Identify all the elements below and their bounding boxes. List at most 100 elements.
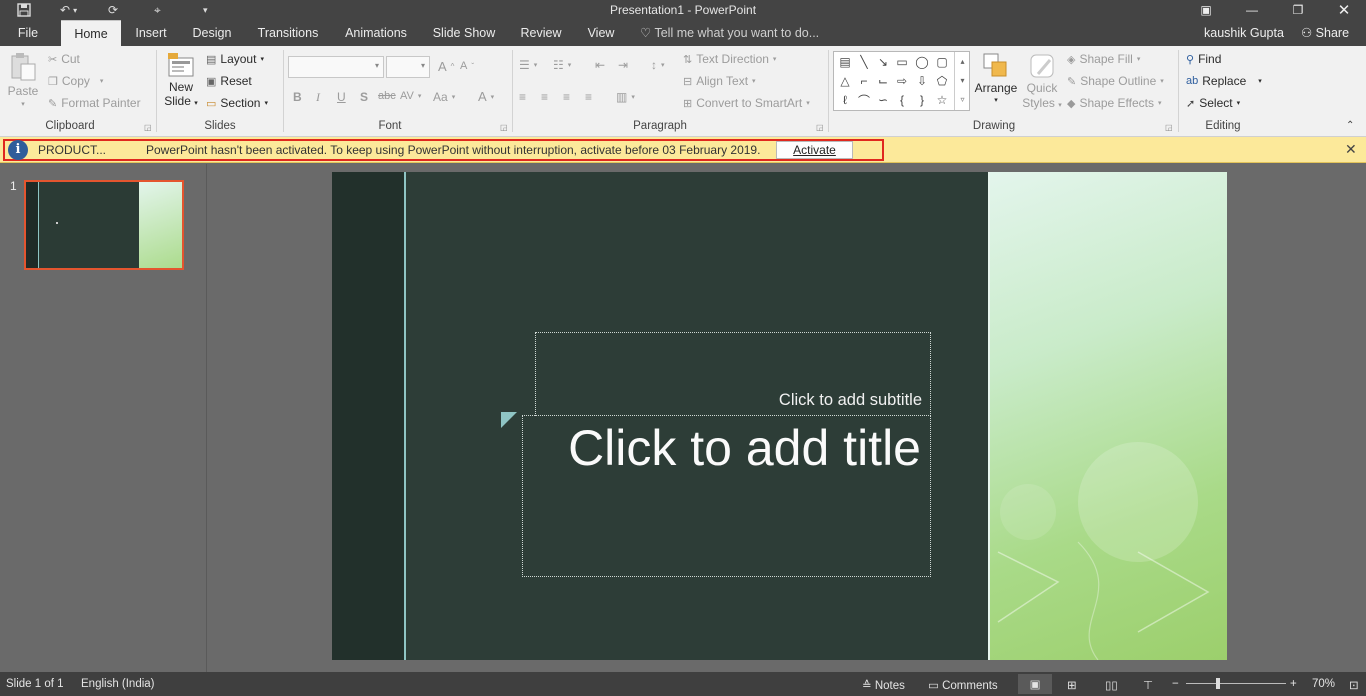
left-brace-shape-icon[interactable]: { <box>893 91 911 109</box>
paste-button[interactable]: Paste ▾ <box>8 52 38 112</box>
right-brace-shape-icon[interactable]: } <box>913 91 931 109</box>
section-button[interactable]: ▭ Section ▾ <box>206 96 268 110</box>
freeform-shape-icon[interactable]: ⬠ <box>933 72 951 90</box>
rounded-rectangle-shape-icon[interactable]: ▢ <box>933 53 951 71</box>
layout-button[interactable]: ▤ Layout ▾ <box>206 52 264 66</box>
select-button[interactable]: ➚ Select ▾ <box>1186 96 1240 110</box>
tab-view[interactable]: View <box>582 20 620 46</box>
title-placeholder[interactable]: Click to add title <box>522 415 931 577</box>
tab-review[interactable]: Review <box>515 20 567 46</box>
justify-icon[interactable]: ≡ <box>585 90 592 104</box>
replace-button[interactable]: ab Replace ▾ <box>1186 74 1262 88</box>
change-case-button[interactable]: Aa ▾ <box>433 90 455 104</box>
tell-me-box[interactable]: ♡ Tell me what you want to do... <box>640 20 830 46</box>
more-shapes-icon[interactable]: ▿ <box>955 90 970 109</box>
line-spacing-button[interactable]: ↕ ▾ <box>651 58 665 72</box>
underline-button[interactable]: U <box>337 90 346 104</box>
increase-indent-icon[interactable]: ⇥ <box>618 58 628 72</box>
text-box-shape-icon[interactable]: ▤ <box>836 53 854 71</box>
slide-show-icon[interactable]: ⊤ <box>1143 678 1153 692</box>
close-icon[interactable]: ✕ <box>1345 141 1357 158</box>
scroll-down-icon[interactable]: ▾ <box>955 71 970 90</box>
shape-outline-button[interactable]: ✎ Shape Outline ▾ <box>1067 74 1164 88</box>
ribbon-display-options-icon[interactable]: ▣ <box>1186 0 1226 20</box>
arc-shape-icon[interactable]: ⌒ <box>855 91 873 109</box>
elbow-connector-shape-icon[interactable]: ⌐ <box>855 72 873 90</box>
shadow-button[interactable]: S <box>360 90 368 104</box>
new-slide-button[interactable]: New Slide ▾ <box>163 52 199 108</box>
strikethrough-button[interactable]: abc <box>378 90 396 102</box>
tab-slide-show[interactable]: Slide Show <box>430 20 498 46</box>
arrange-button[interactable]: Arrange ▾ <box>974 52 1018 104</box>
copy-button[interactable]: ❐ Copy ▾ <box>48 74 103 88</box>
bullets-button[interactable]: ☰ ▾ <box>519 58 537 72</box>
line-shape-icon[interactable]: ╲ <box>855 53 873 71</box>
format-painter-button[interactable]: ✎ Format Painter <box>48 96 141 110</box>
align-text-button[interactable]: ⊟ Align Text ▾ <box>683 74 756 88</box>
tab-insert[interactable]: Insert <box>130 20 172 46</box>
restore-button[interactable]: ❐ <box>1278 0 1318 20</box>
minimize-button[interactable]: — <box>1232 0 1272 20</box>
comments-button[interactable]: ▭ Comments <box>928 678 998 692</box>
zoom-slider[interactable] <box>1186 683 1286 684</box>
oval-shape-icon[interactable]: ◯ <box>913 53 931 71</box>
collapse-ribbon-icon[interactable]: ⌃ <box>1346 120 1354 131</box>
notes-button[interactable]: ≙ Notes <box>862 678 905 692</box>
slide-thumbnail[interactable] <box>24 180 184 270</box>
font-name-combo[interactable]: ▾ <box>288 56 384 78</box>
star-shape-icon[interactable]: ☆ <box>933 91 951 109</box>
font-color-button[interactable]: A ▾ <box>478 89 494 104</box>
zoom-level[interactable]: 70% <box>1312 678 1335 690</box>
text-direction-button[interactable]: ⇅ Text Direction ▾ <box>683 52 776 66</box>
grow-font-icon[interactable]: A ^ <box>438 59 454 74</box>
find-button[interactable]: ⚲ Find <box>1186 52 1221 66</box>
drawing-launcher-icon[interactable]: ◲ <box>1165 123 1173 132</box>
activate-button[interactable]: Activate <box>776 141 853 159</box>
scribble-shape-icon[interactable]: ℓ <box>836 91 854 109</box>
tab-design[interactable]: Design <box>188 20 236 46</box>
columns-button[interactable]: ▥ ▾ <box>616 90 635 104</box>
arrow-line-shape-icon[interactable]: ↘ <box>874 53 892 71</box>
triangle-shape-icon[interactable]: △ <box>836 72 854 90</box>
tab-animations[interactable]: Animations <box>340 20 412 46</box>
cut-button[interactable]: ✂ Cut <box>48 52 80 66</box>
shrink-font-icon[interactable]: Aˇ <box>460 60 474 72</box>
shapes-gallery[interactable]: ▤ ╲ ↘ ▭ ◯ ▢ △ ⌐ ⌙ ⇨ ⇩ ⬠ ℓ ⌒ ∽ { } ☆ ▴ ▾ … <box>833 51 970 111</box>
reset-button[interactable]: ▣ Reset <box>206 74 252 88</box>
tab-home[interactable]: Home <box>61 20 121 46</box>
slide-canvas[interactable]: Click to add subtitle Click to add title <box>332 172 1227 660</box>
language-indicator[interactable]: English (India) <box>81 678 155 690</box>
reading-view-icon[interactable]: ▯▯ <box>1105 678 1118 692</box>
italic-button[interactable]: I <box>316 90 320 105</box>
share-button[interactable]: ⚇ Share <box>1296 20 1354 46</box>
convert-smartart-button[interactable]: ⊞ Convert to SmartArt ▾ <box>683 96 810 110</box>
font-size-combo[interactable]: ▾ <box>386 56 430 78</box>
gallery-scroll[interactable]: ▴ ▾ ▿ <box>954 52 970 110</box>
numbering-button[interactable]: ☷ ▾ <box>553 58 571 72</box>
user-name[interactable]: kaushik Gupta <box>1200 20 1288 46</box>
fit-to-window-icon[interactable]: ⊡ <box>1349 678 1359 692</box>
slide-sorter-icon[interactable]: ⊞ <box>1067 678 1077 692</box>
bold-button[interactable]: B <box>293 90 302 104</box>
shape-effects-button[interactable]: ◆ Shape Effects ▾ <box>1067 96 1161 110</box>
normal-view-icon[interactable]: ▣ <box>1018 674 1052 694</box>
clipboard-launcher-icon[interactable]: ◲ <box>144 123 152 132</box>
subtitle-placeholder[interactable]: Click to add subtitle <box>535 332 931 416</box>
quick-styles-button[interactable]: Quick Styles ▾ <box>1020 52 1064 110</box>
shape-fill-button[interactable]: ◈ Shape Fill ▾ <box>1067 52 1140 66</box>
zoom-slider-thumb[interactable] <box>1216 678 1220 689</box>
elbow-arrow-shape-icon[interactable]: ⌙ <box>874 72 892 90</box>
close-button[interactable]: ✕ <box>1324 0 1364 20</box>
curve-shape-icon[interactable]: ∽ <box>874 91 892 109</box>
align-left-icon[interactable]: ≡ <box>519 90 526 104</box>
paragraph-launcher-icon[interactable]: ◲ <box>816 123 824 132</box>
tab-transitions[interactable]: Transitions <box>252 20 324 46</box>
tab-file[interactable]: File <box>8 20 48 46</box>
align-right-icon[interactable]: ≡ <box>563 90 570 104</box>
decrease-indent-icon[interactable]: ⇤ <box>595 58 605 72</box>
font-launcher-icon[interactable]: ◲ <box>500 123 508 132</box>
align-center-icon[interactable]: ≡ <box>541 90 548 104</box>
scroll-up-icon[interactable]: ▴ <box>955 52 970 71</box>
right-arrow-shape-icon[interactable]: ⇨ <box>893 72 911 90</box>
zoom-out-icon[interactable]: − <box>1172 678 1179 690</box>
